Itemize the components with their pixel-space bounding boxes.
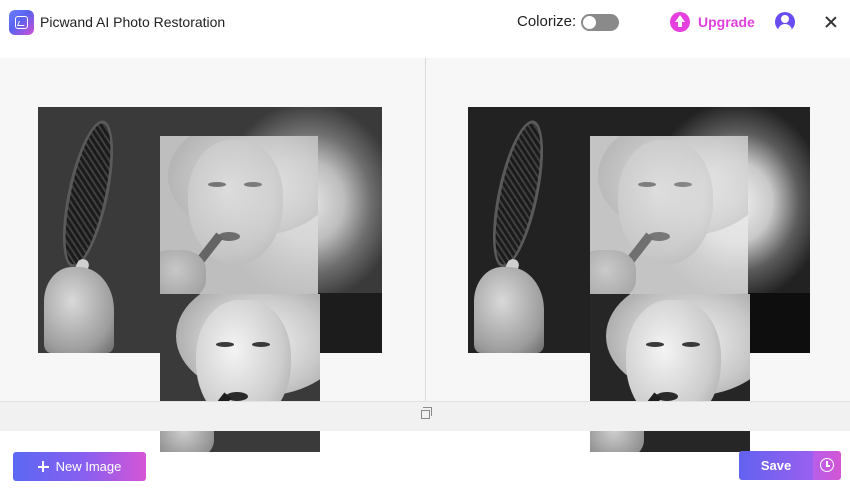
arrow-up-circle-icon	[670, 12, 690, 32]
new-image-label: New Image	[55, 459, 122, 474]
panel-divider	[425, 58, 426, 401]
colorize-toggle[interactable]	[581, 14, 619, 31]
history-button[interactable]	[813, 451, 841, 480]
close-icon[interactable]	[823, 14, 839, 30]
colorize-label: Colorize:	[517, 13, 577, 30]
hand-mirror	[52, 116, 124, 272]
compare-icon[interactable]	[421, 407, 432, 419]
upgrade-button[interactable]: Upgrade	[670, 12, 755, 32]
save-label: Save	[760, 458, 792, 473]
hand-mirror	[482, 116, 554, 272]
clock-icon	[820, 458, 834, 472]
new-image-button[interactable]: New Image	[13, 452, 146, 481]
plus-icon	[37, 461, 49, 472]
upgrade-label: Upgrade	[698, 14, 755, 30]
toggle-knob	[583, 16, 596, 29]
original-preview-overlay	[160, 136, 318, 294]
restored-preview-overlay	[590, 136, 748, 294]
app-logo-icon	[9, 10, 34, 35]
app-title: Picwand AI Photo Restoration	[40, 14, 226, 30]
save-button[interactable]: Save	[739, 451, 813, 480]
user-account-icon[interactable]	[775, 12, 795, 32]
title-bar: Picwand AI Photo Restoration Colorize: U…	[0, 0, 850, 44]
